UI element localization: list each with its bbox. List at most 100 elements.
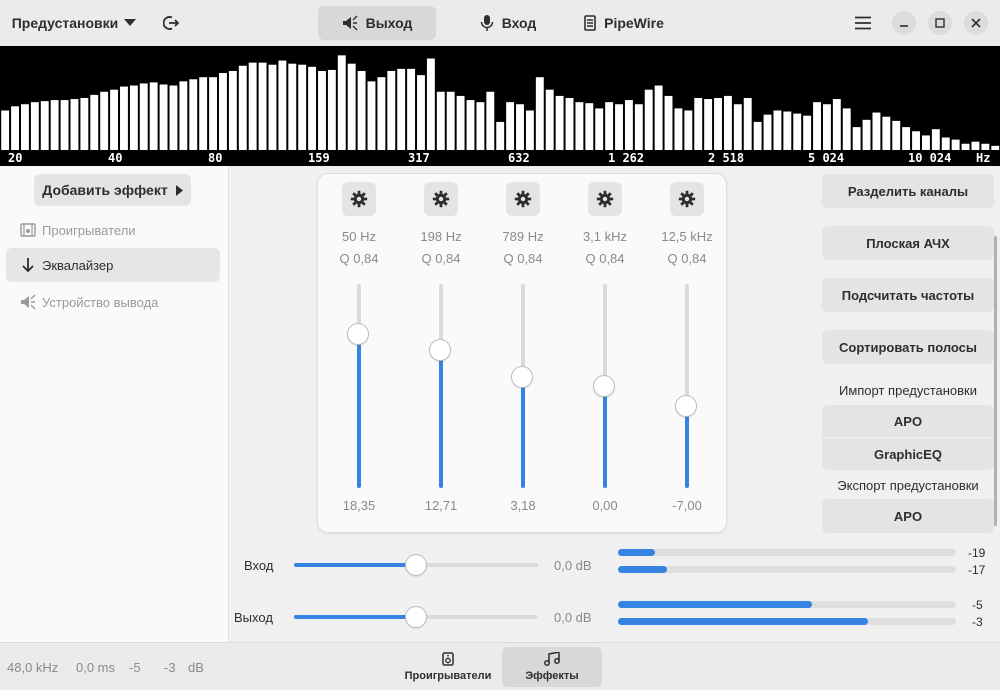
tab-pipewire[interactable]: PipeWire [572, 6, 676, 40]
microphone-icon [480, 15, 493, 31]
spectrum-bar [644, 89, 653, 150]
maximize-button[interactable] [928, 11, 952, 35]
spectrum-bar [615, 104, 623, 150]
spectrum-bar [624, 100, 633, 150]
split-channels-button[interactable]: Разделить каналы [822, 174, 994, 208]
split-channels-label: Разделить каналы [847, 183, 969, 199]
spectrum-bar [961, 143, 970, 150]
spectrum-bar [248, 62, 257, 150]
band-gain-slider[interactable] [594, 284, 614, 488]
eq-band: 50 Hz Q 0,84 18,35 [318, 174, 400, 532]
spectrum-bar [318, 70, 326, 150]
band-gain-knob[interactable] [512, 367, 532, 387]
spectrum-bar [347, 63, 356, 150]
spectrum-frequency-label: 10 024 [908, 151, 951, 165]
spectrum-bar [169, 85, 178, 150]
band-gain-slider[interactable] [676, 284, 696, 488]
output-gain-knob[interactable] [406, 607, 426, 627]
tab-input-label: Вход [501, 15, 537, 31]
band-settings-button[interactable] [342, 182, 376, 216]
flat-response-button[interactable]: Плоская АЧХ [822, 226, 994, 260]
spectrum-bar [238, 65, 247, 150]
export-apo-button[interactable]: APO [822, 499, 994, 533]
input-gain-label: Вход [244, 558, 274, 573]
footer-tab-players[interactable]: Проигрыватели [398, 647, 498, 687]
sort-bands-button[interactable]: Сортировать полосы [822, 330, 994, 364]
band-settings-button[interactable] [506, 182, 540, 216]
minimize-button[interactable] [892, 11, 916, 35]
input-level-right-value: -17 [968, 563, 986, 577]
spectrum-bar [149, 82, 158, 150]
input-gain-knob[interactable] [406, 555, 426, 575]
output-gain-slider[interactable] [294, 607, 538, 627]
import-graphiceq-button[interactable]: GraphicEQ [822, 438, 994, 470]
spectrum-bar [664, 95, 673, 150]
spectrum-bar [585, 103, 594, 150]
band-gain-fill [685, 406, 689, 488]
server-icon [584, 15, 596, 31]
spectrum-bar [872, 112, 881, 150]
band-gain-slider[interactable] [348, 284, 368, 488]
scrollbar[interactable] [994, 236, 997, 526]
sidebar-item-output-device[interactable]: Устройство вывода [6, 285, 220, 319]
output-level-fill [618, 618, 868, 625]
band-q-value: Q 0,84 [339, 251, 379, 266]
player-icon [20, 222, 36, 238]
sidebar-item-equalizer[interactable]: Эквалайзер [6, 248, 220, 282]
bypass-button[interactable] [154, 6, 188, 40]
spectrum-bar [951, 139, 960, 150]
footer-tab-effects[interactable]: Эффекты [502, 647, 602, 687]
add-effect-label: Добавить эффект [42, 182, 168, 198]
spectrum-bar [21, 104, 29, 150]
close-button[interactable] [964, 11, 988, 35]
spectrum-bar [120, 86, 128, 150]
band-gain-knob[interactable] [676, 396, 696, 416]
spectrum-bar [258, 62, 267, 150]
calculate-frequencies-button[interactable]: Подсчитать частоты [822, 278, 994, 312]
spectrum-frequency-label: 632 [508, 151, 530, 165]
spectrum-bar [50, 100, 59, 150]
spectrum-bar [179, 81, 188, 150]
tab-output[interactable]: Выход [318, 6, 436, 40]
band-frequency: 198 Hz [420, 229, 462, 244]
input-level-fill [618, 549, 655, 556]
output-level-meter-left [618, 601, 956, 608]
band-settings-button[interactable] [424, 182, 458, 216]
speaker-icon [342, 15, 358, 31]
spectrum-bar [100, 91, 109, 150]
spectrum-frequency-label: 159 [308, 151, 330, 165]
band-settings-button[interactable] [588, 182, 622, 216]
sidebar-item-players[interactable]: Проигрыватели [6, 213, 220, 247]
band-gain-fill [439, 350, 443, 488]
spectrum-bar [407, 68, 416, 150]
spectrum-bar [298, 64, 307, 150]
presets-menu-button[interactable]: Предустановки [8, 6, 140, 40]
spectrum-frequency-label: Hz [976, 151, 990, 165]
band-settings-button[interactable] [670, 182, 704, 216]
import-preset-label: Импорт предустановки [838, 383, 978, 398]
band-gain-value: 3,18 [510, 498, 536, 513]
spectrum-bar [793, 113, 802, 150]
input-level-meter-left [618, 549, 956, 556]
spectrum-bar [971, 141, 980, 150]
output-level-right-value: -3 [972, 615, 983, 629]
band-gain-knob[interactable] [430, 340, 450, 360]
input-gain-slider[interactable] [294, 555, 538, 575]
gear-icon [432, 190, 450, 208]
spectrum-bar [981, 143, 990, 150]
spectrum-bar [11, 106, 19, 150]
band-gain-slider[interactable] [430, 284, 450, 488]
band-gain-knob[interactable] [348, 324, 368, 344]
band-gain-knob[interactable] [594, 376, 614, 396]
band-gain-slider[interactable] [512, 284, 532, 488]
tab-input[interactable]: Вход [458, 6, 558, 40]
spectrum-bar [931, 129, 940, 150]
spectrum-bar [902, 127, 911, 150]
spectrum-bar [892, 120, 901, 150]
import-apo-button[interactable]: APO [822, 405, 994, 437]
main-menu-button[interactable] [846, 6, 880, 40]
add-effect-button[interactable]: Добавить эффект [34, 174, 191, 206]
spectrum-bar [921, 135, 930, 150]
latency: 0,0 ms [76, 660, 116, 675]
spectrum-bar [941, 137, 950, 150]
